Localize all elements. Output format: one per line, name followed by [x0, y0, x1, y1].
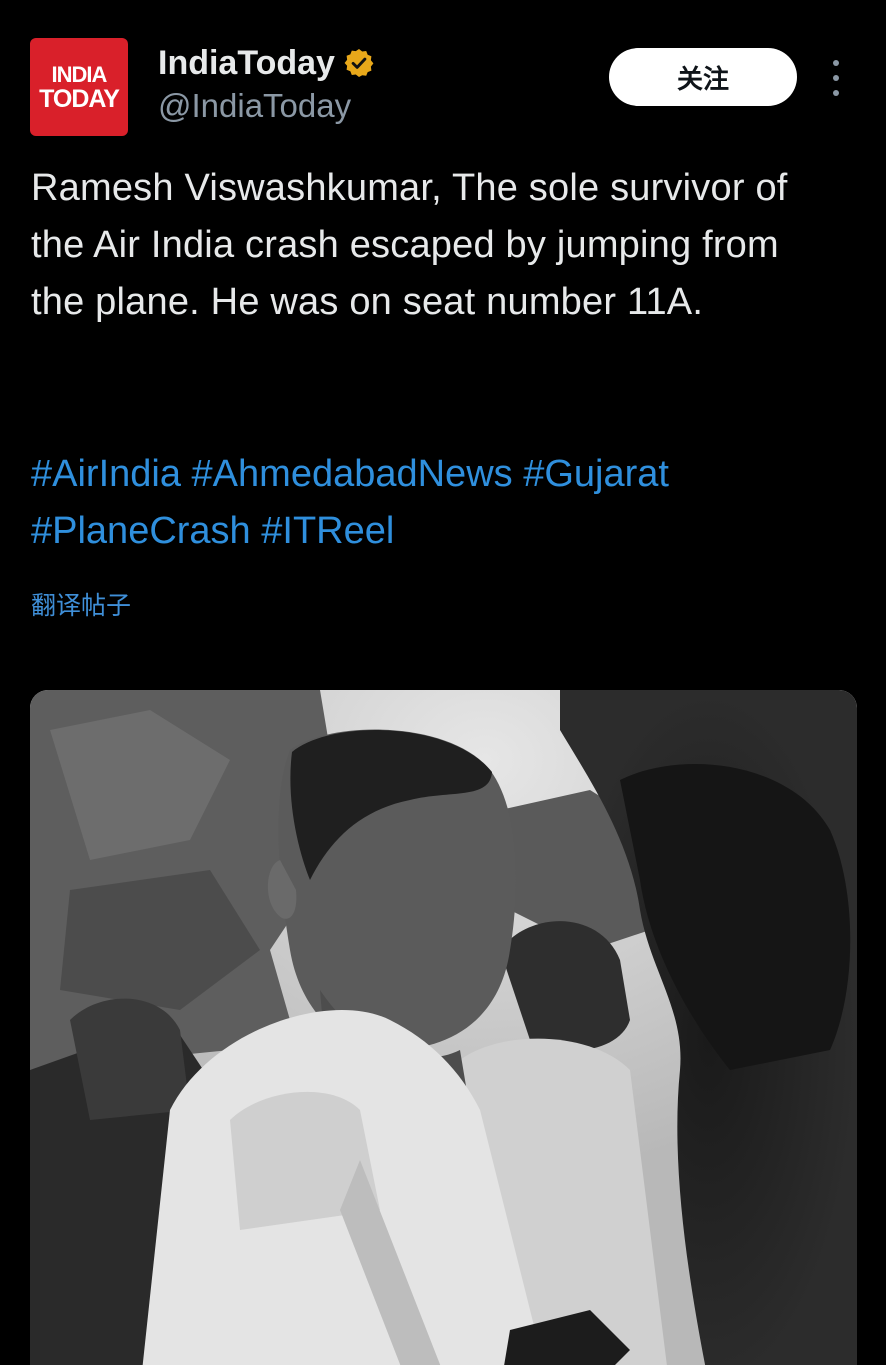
hashtag-list: #AirIndia #AhmedabadNews #Gujarat #Plane… [31, 446, 851, 560]
hashtag-airindia[interactable]: #AirIndia [31, 453, 181, 495]
post-text: Ramesh Viswashkumar, The sole survivor o… [31, 167, 788, 323]
hashtag-itreel[interactable]: #ITReel [261, 510, 394, 552]
post-video[interactable] [30, 690, 857, 1365]
handle: @IndiaToday [158, 87, 352, 124]
more-vertical-icon[interactable] [826, 60, 846, 96]
video-frame-image [30, 690, 857, 1365]
display-name: IndiaToday [158, 44, 335, 82]
more-dot [833, 60, 839, 66]
post-header: INDIA TODAY IndiaToday @IndiaToday 关注 [30, 38, 856, 138]
avatar-logo-line-1: INDIA [51, 62, 108, 87]
more-dot [833, 75, 839, 81]
follow-button[interactable]: 关注 [609, 48, 797, 106]
verified-badge-icon [344, 49, 374, 77]
translate-post-link[interactable]: 翻译帖子 [31, 586, 131, 622]
author-info[interactable]: IndiaToday @IndiaToday [158, 42, 375, 128]
avatar[interactable]: INDIA TODAY [30, 38, 128, 136]
hashtag-gujarat[interactable]: #Gujarat [523, 453, 669, 495]
hashtag-ahmedabadnews[interactable]: #AhmedabadNews [192, 453, 513, 495]
display-name-row: IndiaToday [158, 42, 375, 84]
post-page: INDIA TODAY IndiaToday @IndiaToday 关注 Ra… [0, 0, 886, 1365]
avatar-logo-line-2: TODAY [39, 85, 120, 113]
more-dot [833, 90, 839, 96]
hashtag-planecrash[interactable]: #PlaneCrash [31, 510, 251, 552]
